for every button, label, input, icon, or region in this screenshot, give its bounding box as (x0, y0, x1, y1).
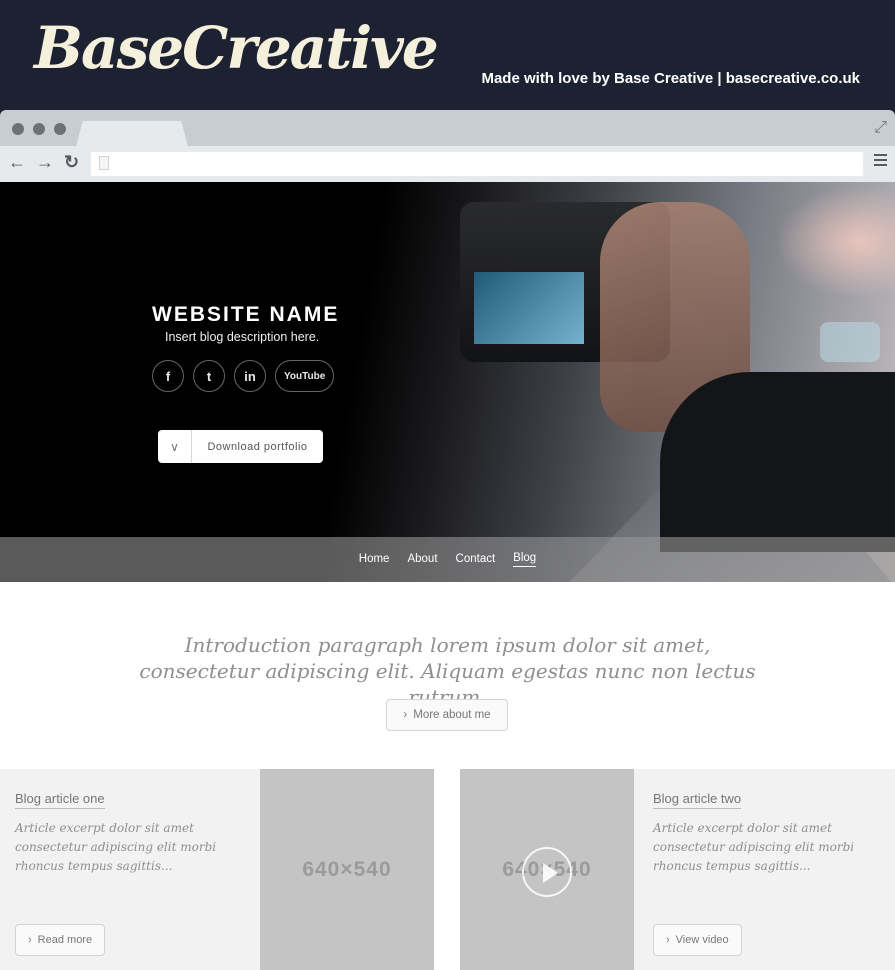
expand-icon[interactable]: ⤢ (874, 119, 887, 137)
read-more-button[interactable]: › Read more (15, 924, 106, 956)
nav-about[interactable]: About (407, 553, 437, 567)
play-icon[interactable] (522, 847, 572, 897)
youtube-icon[interactable]: YouTube (275, 360, 335, 392)
close-window-icon[interactable] (12, 123, 24, 135)
forward-arrow-icon[interactable]: → (36, 152, 54, 173)
reload-icon[interactable]: ↻ (64, 152, 79, 173)
promo-tagline: Made with love by Base Creative | basecr… (481, 70, 860, 87)
browser-tab[interactable] (76, 121, 188, 147)
download-portfolio-button[interactable]: ∨ Download portfolio (158, 430, 323, 463)
brand-logo[interactable]: BaseCreative (34, 14, 439, 82)
video-thumbnail-placeholder[interactable]: 640×540 (460, 769, 634, 970)
page-content: Introduction paragraph lorem ipsum dolor… (0, 582, 895, 970)
view-video-button[interactable]: › View video (653, 924, 742, 956)
chevron-right-icon: › (28, 934, 32, 946)
facebook-icon[interactable]: f (152, 360, 184, 392)
site-title: WEBSITE NAME (152, 303, 340, 326)
hero-section: WEBSITE NAME Insert blog description her… (0, 182, 895, 582)
page-icon (99, 156, 109, 170)
browser-toolbar: ← → ↻ (0, 146, 895, 182)
back-arrow-icon[interactable]: ← (8, 152, 26, 173)
article-excerpt: Article excerpt dolor sit amet consectet… (15, 821, 217, 873)
hero-photo-car (820, 322, 880, 362)
linkedin-icon[interactable]: in (234, 360, 266, 392)
address-bar[interactable] (91, 152, 863, 176)
more-about-me-label: More about me (413, 709, 491, 721)
menu-icon[interactable] (874, 154, 887, 169)
article-title[interactable]: Blog article two (653, 791, 742, 809)
nav-contact[interactable]: Contact (456, 553, 496, 567)
chevron-right-icon: › (403, 709, 408, 721)
read-more-label: Read more (37, 934, 93, 946)
social-links: f t in YouTube (152, 360, 335, 392)
hero-photo-sleeve (660, 372, 895, 552)
download-portfolio-label: Download portfolio (207, 440, 308, 453)
window-controls (12, 123, 66, 135)
promo-header: BaseCreative Made with love by Base Crea… (0, 0, 895, 110)
browser-window-chrome: ⤢ ← → ↻ (0, 110, 895, 182)
blog-card: Blog article two Article excerpt dolor s… (634, 769, 895, 970)
site-description: Insert blog description here. (165, 330, 320, 344)
view-video-label: View video (675, 934, 729, 946)
chevron-down-icon: ∨ (158, 430, 192, 463)
more-about-me-button[interactable]: › More about me (386, 699, 508, 731)
site-nav: Home About Contact Blog (0, 537, 895, 582)
maximize-window-icon[interactable] (54, 123, 66, 135)
article-excerpt: Article excerpt dolor sit amet consectet… (653, 821, 855, 873)
twitter-icon[interactable]: t (193, 360, 225, 392)
image-size-label: 640×540 (302, 857, 392, 881)
nav-blog[interactable]: Blog (513, 552, 537, 567)
hero-photo-camera-screen (474, 272, 584, 344)
chevron-right-icon: › (666, 934, 670, 946)
minimize-window-icon[interactable] (33, 123, 45, 135)
nav-home[interactable]: Home (359, 553, 390, 567)
article-image-placeholder[interactable]: 640×540 (260, 769, 434, 970)
blog-card: Blog article one Article excerpt dolor s… (0, 769, 260, 970)
article-title[interactable]: Blog article one (15, 791, 105, 809)
